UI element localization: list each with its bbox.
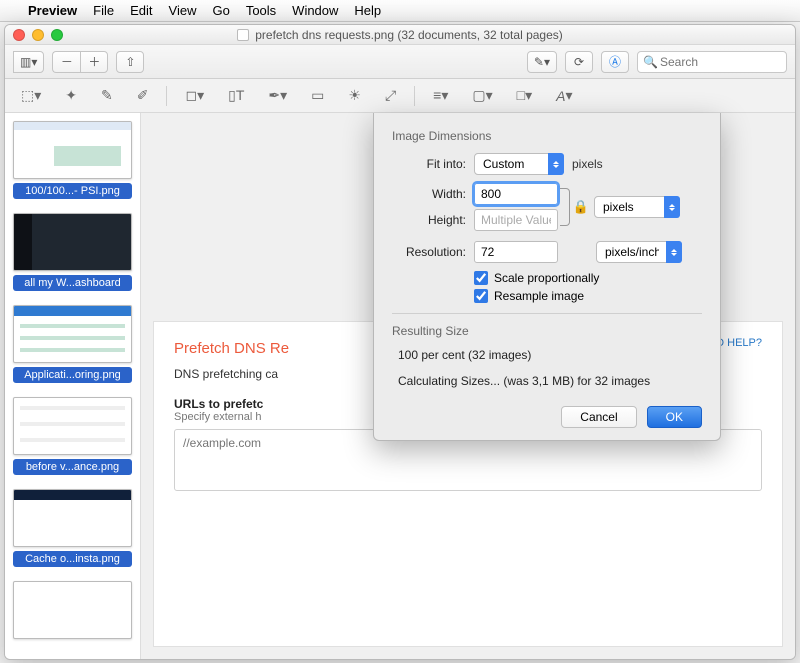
menu-edit[interactable]: Edit (130, 3, 152, 18)
resolution-input[interactable] (474, 241, 558, 263)
highlight-tool-button[interactable]: ✎▾ (527, 51, 557, 73)
thumbnail-label: before v...ance.png (13, 459, 132, 475)
thumbnail-item[interactable]: 100/100...- PSI.png (13, 121, 132, 199)
thumbnail-item[interactable]: Cache o...insta.png (13, 489, 132, 567)
zoom-group: － ＋ (52, 51, 108, 73)
menu-help[interactable]: Help (354, 3, 381, 18)
thumbnail-label: Applicati...oring.png (13, 367, 132, 383)
system-menubar: Preview File Edit View Go Tools Window H… (0, 0, 800, 22)
canvas-area: NEED HELP? Prefetch DNS Re DNS prefetchi… (141, 113, 795, 659)
window-titlebar[interactable]: prefetch dns requests.png (32 documents,… (5, 25, 795, 45)
toolbar-separator (166, 86, 167, 106)
dropdown-arrows-icon (666, 241, 682, 263)
resolution-label: Resolution: (392, 245, 466, 259)
text-style-button[interactable]: A▾ (550, 85, 578, 107)
zoom-window-button[interactable] (51, 29, 63, 41)
selection-tool-button[interactable]: ⬚▾ (15, 85, 47, 107)
ok-button[interactable]: OK (647, 406, 702, 428)
width-label: Width: (392, 187, 466, 201)
height-label: Height: (392, 213, 466, 227)
preview-window: prefetch dns requests.png (32 documents,… (4, 24, 796, 660)
markup-toolbar: ⬚▾ ✦ ✎ ✐ ◻▾ ▯T ✒▾ ▭ ☀ ⤢ ≡▾ ▢▾ □▾ A▾ (5, 79, 795, 113)
thumbnail-label: 100/100...- PSI.png (13, 183, 132, 199)
resulting-size-text: Calculating Sizes... (was 3,1 MB) for 32… (398, 374, 702, 388)
shapes-button[interactable]: ◻▾ (179, 85, 210, 107)
menu-tools[interactable]: Tools (246, 3, 276, 18)
adjust-size-button[interactable]: ⤢ (379, 85, 402, 107)
document-proxy-icon[interactable] (237, 29, 249, 41)
menu-view[interactable]: View (169, 3, 197, 18)
thumbnail-item[interactable] (13, 581, 132, 639)
sidebar-view-button[interactable]: ▥▾ (13, 51, 44, 73)
app-menu[interactable]: Preview (28, 3, 77, 18)
search-input[interactable] (637, 51, 787, 73)
window-controls (13, 29, 63, 41)
thumbnail-item[interactable]: Applicati...oring.png (13, 305, 132, 383)
close-window-button[interactable] (13, 29, 25, 41)
rotate-button[interactable]: ⟳ (565, 51, 593, 73)
adjust-size-dialog: Image Dimensions Fit into: Custom pixels… (373, 113, 721, 441)
thumbnail-item[interactable]: before v...ance.png (13, 397, 132, 475)
lock-aspect-icon[interactable]: 🔒 (572, 199, 590, 215)
height-input[interactable] (474, 209, 558, 231)
note-button[interactable]: ▭ (305, 85, 330, 107)
thumbnail-label: Cache o...insta.png (13, 551, 132, 567)
dialog-divider (392, 313, 702, 314)
zoom-out-button[interactable]: － (52, 51, 80, 73)
view-mode-group: ▥▾ (13, 51, 44, 73)
instant-alpha-button[interactable]: ✦ (59, 85, 83, 107)
lasso-tool-button[interactable]: ✎ (95, 85, 119, 107)
share-button[interactable]: ⇧ (116, 51, 144, 73)
markup-toggle-button[interactable]: Ⓐ (601, 51, 629, 73)
main-toolbar: ▥▾ － ＋ ⇧ ✎▾ ⟳ Ⓐ 🔍 (5, 45, 795, 79)
width-input[interactable] (474, 183, 558, 205)
sign-button[interactable]: ✒▾ (262, 85, 293, 107)
dropdown-arrows-icon (664, 196, 680, 218)
search-field-wrap: 🔍 (637, 51, 787, 73)
menu-window[interactable]: Window (292, 3, 338, 18)
adjust-color-button[interactable]: ☀ (342, 85, 367, 107)
thumbnail-sidebar[interactable]: 100/100...- PSI.png all my W...ashboard … (5, 113, 141, 659)
thumbnail-label: all my W...ashboard (13, 275, 132, 291)
zoom-in-button[interactable]: ＋ (80, 51, 108, 73)
menu-go[interactable]: Go (212, 3, 229, 18)
workspace: 100/100...- PSI.png all my W...ashboard … (5, 113, 795, 659)
minimize-window-button[interactable] (32, 29, 44, 41)
resample-image-checkbox[interactable]: Resample image (474, 289, 702, 303)
dialog-section-resulting: Resulting Size (392, 324, 702, 338)
sketch-tool-button[interactable]: ✐ (131, 85, 155, 107)
menu-file[interactable]: File (93, 3, 114, 18)
thumbnail-item[interactable]: all my W...ashboard (13, 213, 132, 291)
resulting-percent: 100 per cent (32 images) (398, 348, 702, 362)
text-tool-button[interactable]: ▯T (222, 85, 250, 107)
fit-unit: pixels (572, 157, 603, 171)
scale-proportionally-checkbox[interactable]: Scale proportionally (474, 271, 702, 285)
line-style-button[interactable]: ≡▾ (427, 85, 454, 107)
toolbar-separator (414, 86, 415, 106)
dialog-section-dimensions: Image Dimensions (392, 129, 702, 143)
border-color-button[interactable]: ▢▾ (466, 85, 498, 107)
cancel-button[interactable]: Cancel (561, 406, 636, 428)
link-brace-icon (560, 188, 570, 226)
fill-color-button[interactable]: □▾ (511, 85, 538, 107)
fit-into-label: Fit into: (392, 157, 466, 171)
window-title: prefetch dns requests.png (32 documents,… (255, 28, 563, 42)
search-icon: 🔍 (643, 55, 658, 69)
dropdown-arrows-icon (548, 153, 564, 175)
